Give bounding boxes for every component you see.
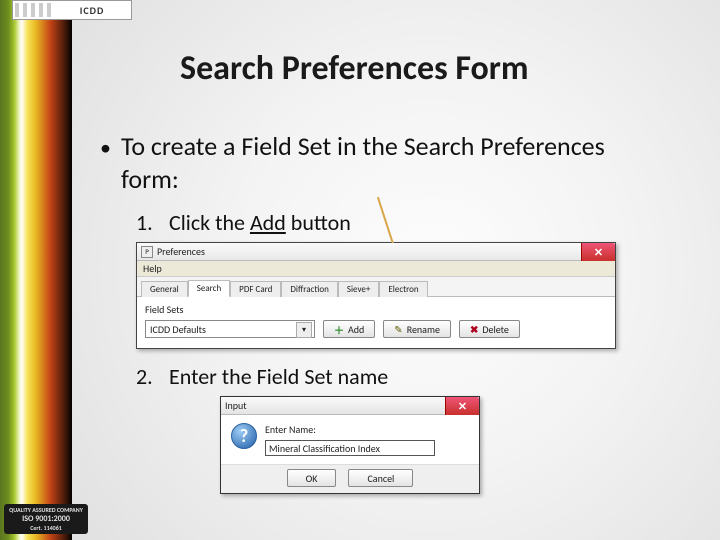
- iso-badge: QUALITY ASSURED COMPANY ISO 9001:2000 Ce…: [4, 504, 88, 534]
- intro-bullet: • To create a Field Set in the Search Pr…: [100, 130, 660, 195]
- step-1-before: Click the: [169, 209, 250, 236]
- cancel-label: Cancel: [367, 472, 394, 485]
- name-field[interactable]: Mineral Classification Index: [265, 440, 435, 456]
- delete-button[interactable]: ✖ Delete: [459, 320, 520, 338]
- ok-label: OK: [306, 472, 318, 485]
- tab-general[interactable]: General: [141, 281, 188, 297]
- input-body: ? Enter Name: Mineral Classification Ind…: [221, 415, 479, 464]
- close-icon[interactable]: ✕: [581, 243, 615, 261]
- page-title: Search Preferences Form: [180, 48, 529, 89]
- pref-title: Preferences: [157, 245, 205, 258]
- rename-button[interactable]: ✎ Rename: [383, 320, 451, 338]
- tab-search[interactable]: Search: [188, 280, 230, 297]
- logo-text: ICDD: [80, 4, 105, 17]
- slide: ICDD QUALITY ASSURED COMPANY ISO 9001:20…: [0, 0, 720, 540]
- tab-electron[interactable]: Electron: [379, 281, 427, 297]
- tab-diffraction[interactable]: Diffraction: [281, 281, 337, 297]
- input-right: Enter Name: Mineral Classification Index: [265, 423, 435, 456]
- add-label: Add: [348, 323, 364, 336]
- rename-label: Rename: [407, 323, 440, 336]
- intro-text: To create a Field Set in the Search Pref…: [121, 130, 660, 195]
- step-2-num: 2.: [136, 363, 164, 390]
- app-icon: P: [141, 246, 153, 258]
- step-2: 2. Enter the Field Set name: [136, 363, 660, 390]
- tab-sieve[interactable]: Sieve+: [338, 281, 380, 297]
- iso-line3: Cert. 114061: [30, 524, 62, 532]
- decorative-stripe: [0, 0, 72, 540]
- preferences-dialog: P Preferences ✕ Help General Search PDF …: [136, 242, 616, 349]
- step-1-em: Add: [250, 209, 286, 236]
- pencil-icon: ✎: [394, 323, 402, 336]
- delete-icon: ✖: [470, 323, 478, 336]
- iso-line2: ISO 9001:2000: [22, 514, 70, 524]
- pref-titlebar: P Preferences ✕: [137, 243, 615, 261]
- add-button[interactable]: ＋ Add: [323, 320, 375, 338]
- iso-line1: QUALITY ASSURED COMPANY: [9, 506, 83, 514]
- fieldsets-row: ICDD Defaults ＋ Add ✎ Rename ✖ Delete: [145, 320, 607, 338]
- step-2-text: Enter the Field Set name: [169, 363, 388, 390]
- body: • To create a Field Set in the Search Pr…: [100, 130, 660, 494]
- input-prompt: Enter Name:: [265, 423, 435, 436]
- menu-help[interactable]: Help: [143, 262, 162, 275]
- ok-button[interactable]: OK: [287, 469, 337, 487]
- step-1: 1. Click the Add button: [136, 209, 660, 236]
- close-icon[interactable]: ✕: [445, 397, 479, 415]
- delete-label: Delete: [482, 323, 509, 336]
- pref-menubar: Help: [137, 261, 615, 277]
- input-buttons: OK Cancel: [221, 464, 479, 493]
- name-field-value: Mineral Classification Index: [269, 442, 380, 455]
- input-title: Input: [225, 399, 247, 412]
- pref-body: Field Sets ICDD Defaults ＋ Add ✎ Rename …: [137, 297, 615, 348]
- tab-pdf-card[interactable]: PDF Card: [230, 281, 281, 297]
- dropdown-value: ICDD Defaults: [150, 323, 206, 336]
- cancel-button[interactable]: Cancel: [348, 469, 413, 487]
- plus-icon: ＋: [334, 322, 344, 337]
- question-icon: ?: [231, 423, 257, 449]
- pref-tabs: General Search PDF Card Diffraction Siev…: [137, 277, 615, 297]
- fieldsets-label: Field Sets: [145, 303, 607, 316]
- fieldset-dropdown[interactable]: ICDD Defaults: [145, 320, 315, 338]
- input-dialog: Input ✕ ? Enter Name: Mineral Classifica…: [220, 396, 480, 494]
- input-titlebar: Input ✕: [221, 397, 479, 415]
- step-1-after: button: [286, 209, 351, 236]
- icdd-logo: ICDD: [12, 0, 132, 20]
- bullet-dot: •: [100, 134, 111, 195]
- step-1-num: 1.: [136, 209, 164, 236]
